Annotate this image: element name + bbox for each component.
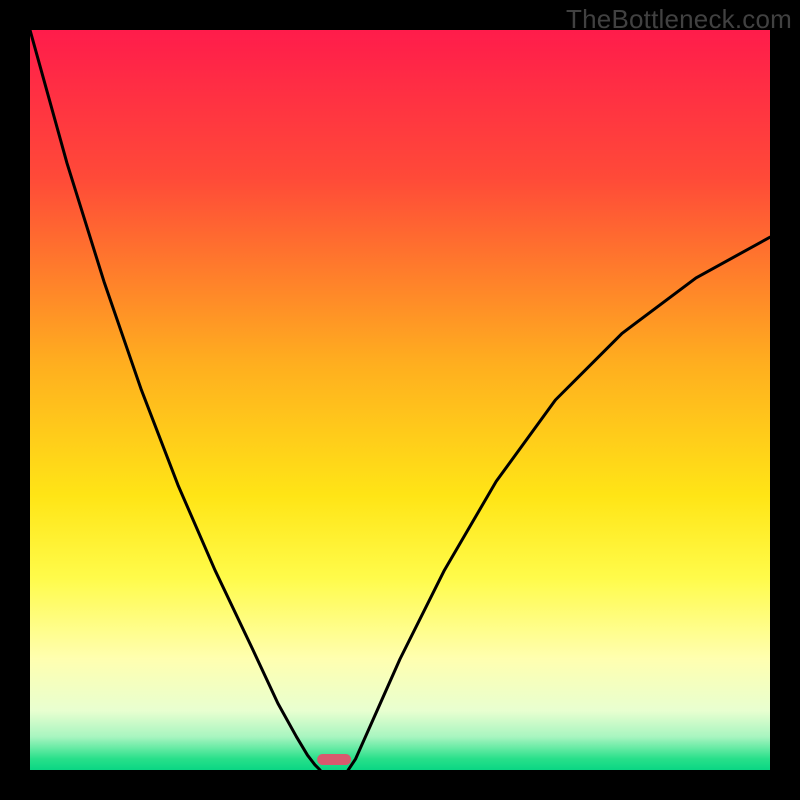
- chart-frame: TheBottleneck.com: [0, 0, 800, 800]
- bottleneck-pill: [317, 754, 351, 765]
- bottleneck-marker: [317, 754, 351, 765]
- chart-svg: [30, 30, 770, 770]
- plot-area: [30, 30, 770, 770]
- watermark-text: TheBottleneck.com: [566, 4, 792, 35]
